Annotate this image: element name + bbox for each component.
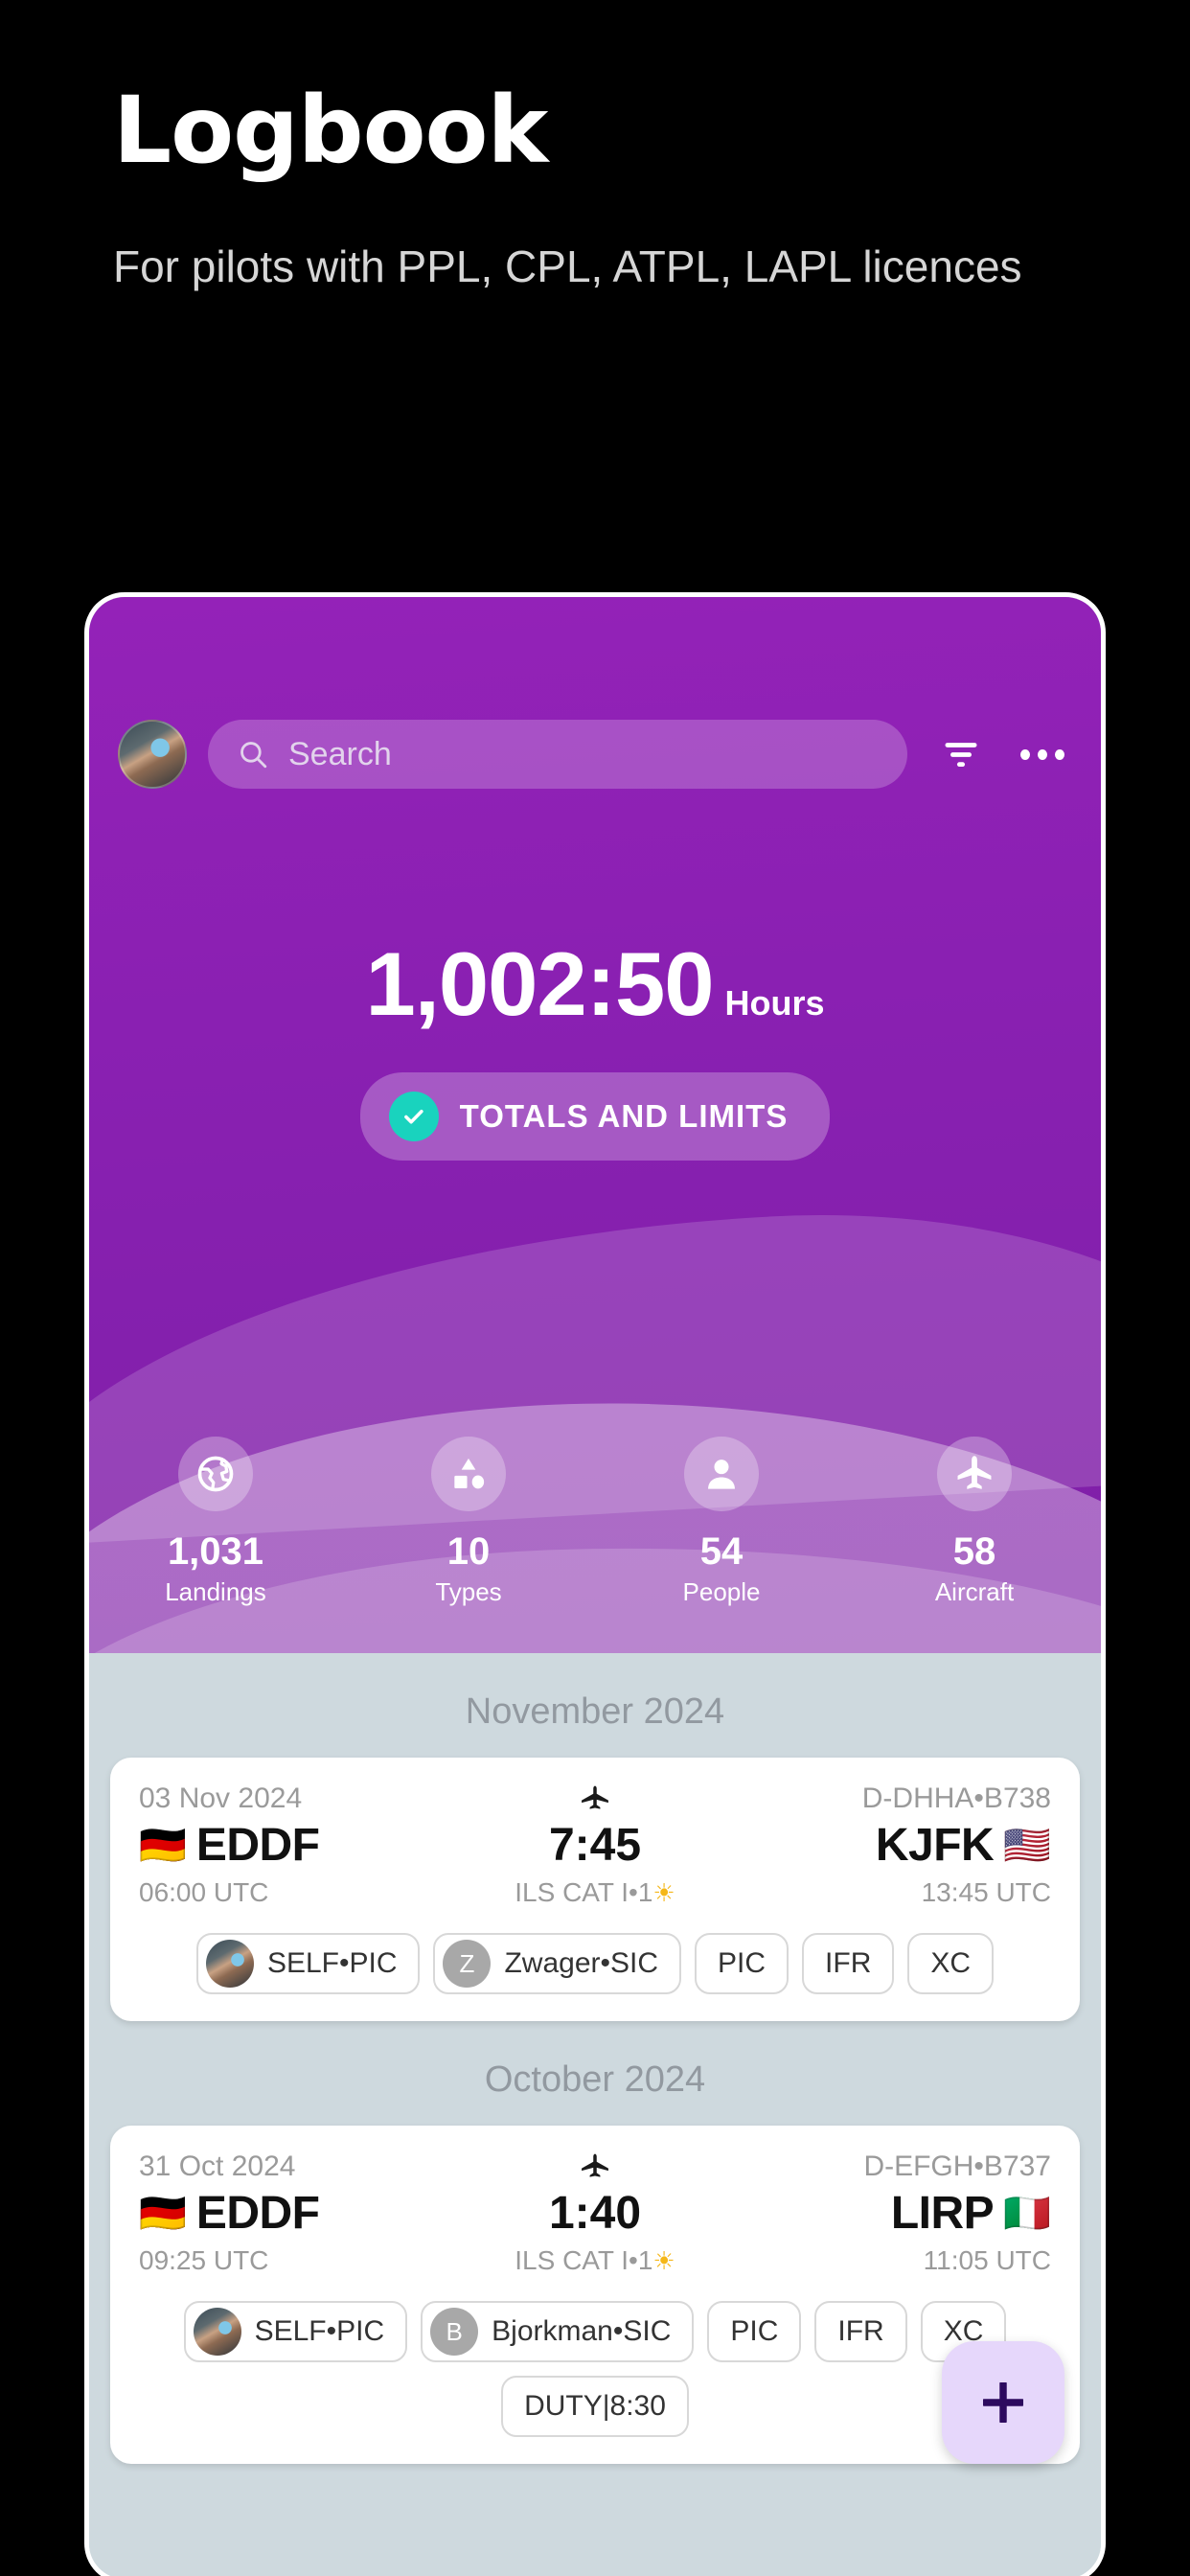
arrival-time: 13:45 UTC — [921, 1877, 1051, 1907]
rules-tag[interactable]: IFR — [802, 1933, 895, 1994]
crew-initial-avatar: B — [430, 2308, 479, 2356]
crew-tag-label: SELF•PIC — [254, 2315, 385, 2347]
totals-and-limits-button[interactable]: TOTALS AND LIMITS — [359, 1072, 831, 1161]
globe-icon — [178, 1437, 253, 1511]
crew-tag[interactable]: SELF•PIC — [195, 1933, 421, 1994]
stat-landings[interactable]: 1,031 Landings — [89, 1437, 342, 1607]
xc-tag[interactable]: XC — [907, 1933, 995, 1994]
airplane-icon — [937, 1437, 1012, 1511]
top-bar: Search — [89, 720, 1101, 789]
search-icon — [240, 742, 267, 769]
person-icon — [684, 1437, 759, 1511]
search-placeholder: Search — [288, 735, 392, 772]
sun-icon: ☀ — [652, 2246, 675, 2275]
month-header: October 2024 — [484, 2059, 706, 2100]
airplane-icon — [490, 2152, 700, 2181]
more-options-icon[interactable] — [1020, 748, 1064, 761]
crew-tag-label: Bjorkman•SIC — [492, 2315, 672, 2347]
approach-type: ILS CAT I•1 — [515, 1877, 653, 1907]
stat-value: 54 — [699, 1530, 744, 1573]
entry-top-row: 03 Nov 2024 D-DHHA•B738 — [139, 1782, 1051, 1815]
arrival-time: 11:05 UTC — [923, 2245, 1051, 2275]
entry-times-row: 09:25 UTC ILS CAT I•1☀ 11:05 UTC — [139, 2245, 1051, 2276]
stat-label: Landings — [165, 1577, 266, 1606]
crew-tag[interactable]: SELF•PIC — [183, 2301, 408, 2362]
flight-entry-card[interactable]: 03 Nov 2024 D-DHHA•B738 🇩🇪 EDDF 7:45 KJF… — [110, 1758, 1080, 2021]
entry-tag-list: SELF•PIC Z Zwager•SIC PIC IFR XC — [139, 1933, 1051, 1994]
entry-route-row: 🇩🇪 EDDF 1:40 LIRP 🇮🇹 — [139, 2187, 1051, 2240]
arrival-flag-icon: 🇮🇹 — [1003, 2192, 1051, 2235]
stat-people[interactable]: 54 People — [595, 1437, 848, 1607]
stat-value: 10 — [446, 1530, 491, 1573]
total-hours: 1,002:50 Hours — [365, 932, 824, 1036]
airplane-icon — [490, 1784, 700, 1813]
filter-icon[interactable] — [940, 733, 982, 775]
stat-value: 58 — [952, 1530, 996, 1573]
departure-flag-icon: 🇩🇪 — [139, 1824, 187, 1867]
self-avatar — [205, 1940, 254, 1988]
crew-tag-label: SELF•PIC — [266, 1947, 398, 1979]
promo-header: Logbook For pilots with PPL, CPL, ATPL, … — [0, 0, 1190, 298]
page-title: Logbook — [113, 77, 548, 184]
entry-registration: D-DHHA•B738 — [861, 1782, 1051, 1814]
entry-tag-list: SELF•PIC B Bjorkman•SIC PIC IFR XC DUTY|… — [139, 2301, 1051, 2437]
plus-icon — [983, 2382, 1023, 2423]
entry-top-row: 31 Oct 2024 D-EFGH•B737 — [139, 2150, 1051, 2183]
crew-tag[interactable]: Z Zwager•SIC — [433, 1933, 682, 1994]
stat-label: Types — [435, 1577, 502, 1606]
crew-tag-label: Zwager•SIC — [504, 1947, 659, 1979]
total-hours-value: 1,002:50 — [365, 933, 714, 1034]
entry-route-row: 🇩🇪 EDDF 7:45 KJFK 🇺🇸 — [139, 1819, 1051, 1872]
page-subtitle: For pilots with PPL, CPL, ATPL, LAPL lic… — [113, 241, 1022, 291]
arrival-airport: LIRP — [890, 2188, 995, 2239]
departure-airport: EDDF — [195, 2188, 320, 2239]
entry-times-row: 06:00 UTC ILS CAT I•1☀ 13:45 UTC — [139, 1877, 1051, 1908]
approach-type: ILS CAT I•1 — [515, 2245, 653, 2275]
arrival-airport: KJFK — [875, 1820, 995, 1871]
crew-tag[interactable]: B Bjorkman•SIC — [421, 2301, 695, 2362]
flight-duration: 1:40 — [548, 2188, 642, 2239]
shapes-icon — [431, 1437, 506, 1511]
self-avatar — [193, 2308, 241, 2356]
add-flight-button[interactable] — [942, 2341, 1064, 2464]
rules-tag[interactable]: IFR — [814, 2301, 907, 2362]
promo-screenshot: Logbook For pilots with PPL, CPL, ATPL, … — [0, 0, 1190, 2576]
entry-registration: D-EFGH•B737 — [863, 2150, 1051, 2182]
check-circle-icon — [388, 1092, 439, 1141]
role-tag[interactable]: PIC — [707, 2301, 802, 2362]
summary-block: 1,002:50 Hours TOTALS AND LIMITS — [89, 932, 1101, 1161]
departure-flag-icon: 🇩🇪 — [139, 2192, 187, 2235]
app-header: Search 1,002:50 Hours TOTALS AND LIMITS … — [89, 597, 1101, 1653]
stat-types[interactable]: 10 Types — [342, 1437, 595, 1607]
flight-entry-card[interactable]: 31 Oct 2024 D-EFGH•B737 🇩🇪 EDDF 1:40 LIR… — [110, 2126, 1080, 2464]
crew-initial-avatar: Z — [443, 1940, 492, 1988]
month-header: November 2024 — [465, 1691, 725, 1732]
stat-value: 1,031 — [167, 1530, 264, 1573]
total-hours-unit: Hours — [724, 983, 825, 1023]
entry-date: 31 Oct 2024 — [139, 2150, 296, 2182]
search-input[interactable]: Search — [208, 720, 907, 789]
sun-icon: ☀ — [652, 1878, 675, 1907]
totals-and-limits-label: TOTALS AND LIMITS — [459, 1098, 789, 1134]
stat-aircraft[interactable]: 58 Aircraft — [848, 1437, 1101, 1607]
stats-row: 1,031 Landings 10 Types 54 People 58 Air… — [89, 1437, 1101, 1607]
departure-time: 09:25 UTC — [139, 2245, 269, 2275]
entry-date: 03 Nov 2024 — [139, 1782, 303, 1814]
user-avatar[interactable] — [118, 720, 187, 789]
flight-duration: 7:45 — [548, 1820, 642, 1871]
stat-label: People — [682, 1577, 761, 1606]
duty-tag[interactable]: DUTY|8:30 — [501, 2376, 689, 2437]
arrival-flag-icon: 🇺🇸 — [1003, 1824, 1051, 1867]
departure-time: 06:00 UTC — [139, 1877, 269, 1907]
phone-frame: Search 1,002:50 Hours TOTALS AND LIMITS … — [84, 592, 1106, 2576]
stat-label: Aircraft — [934, 1577, 1015, 1606]
departure-airport: EDDF — [195, 1820, 320, 1871]
role-tag[interactable]: PIC — [695, 1933, 790, 1994]
